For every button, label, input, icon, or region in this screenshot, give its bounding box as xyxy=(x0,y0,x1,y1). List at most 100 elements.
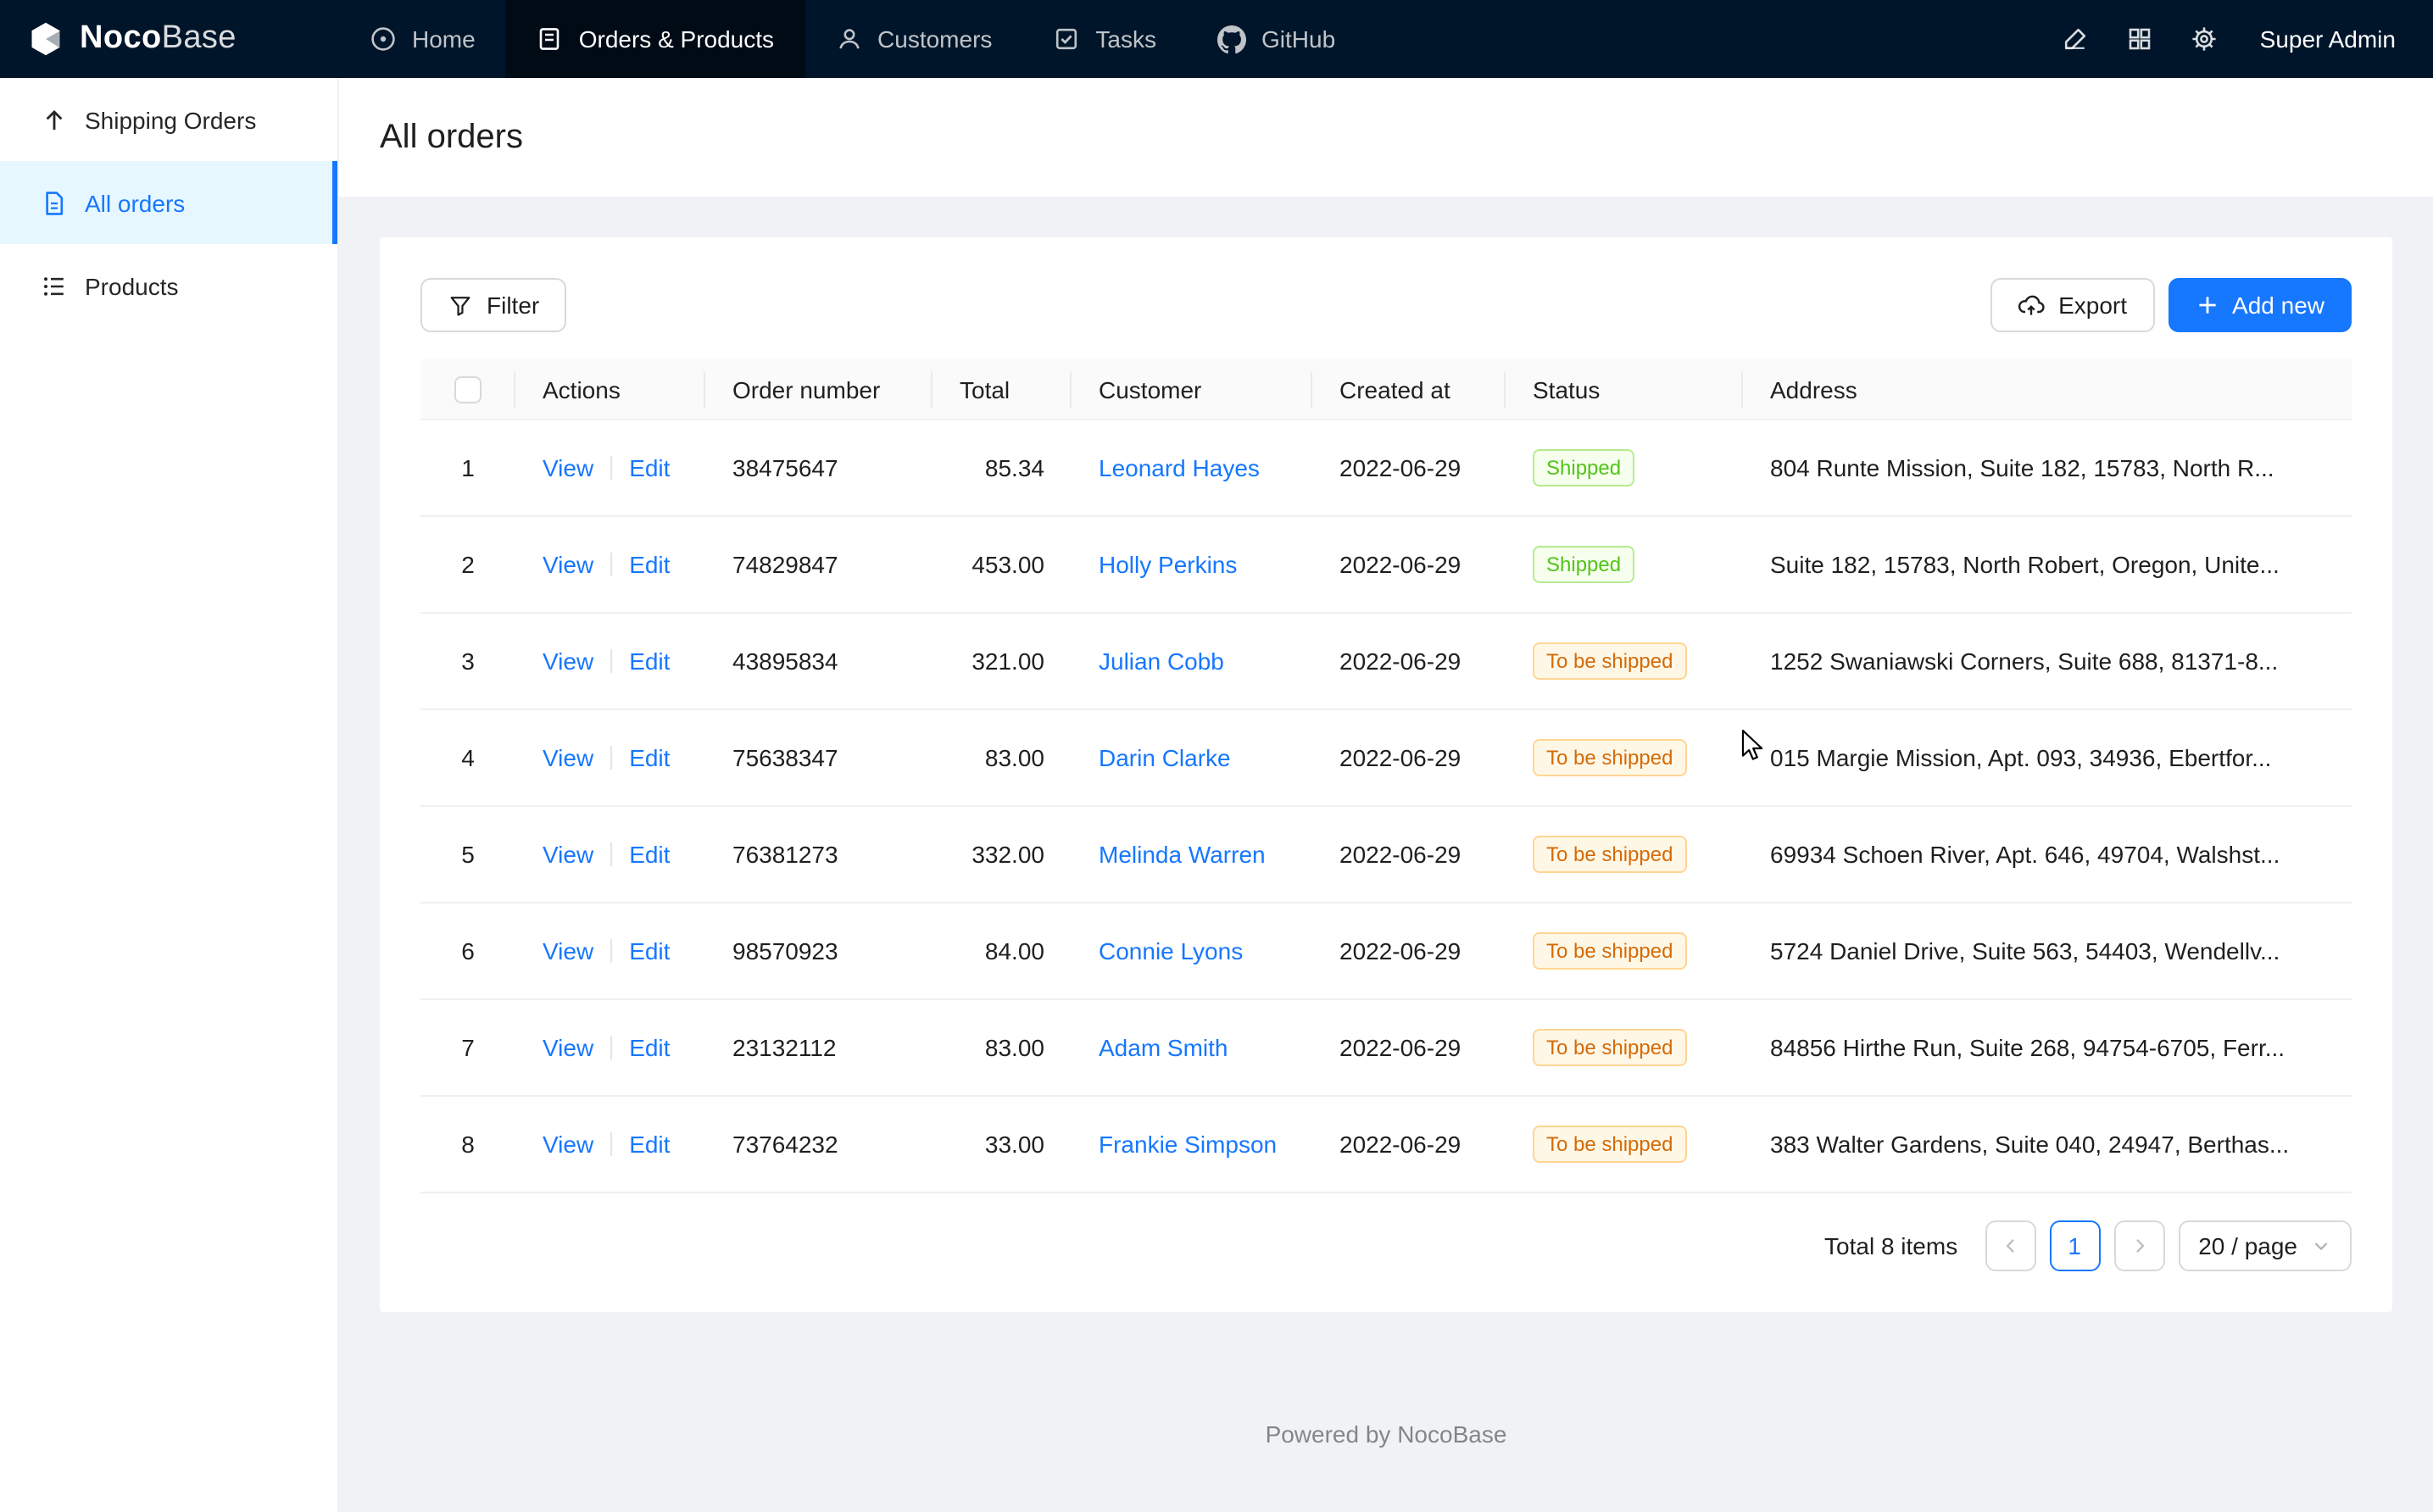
status-badge: To be shipped xyxy=(1533,837,1686,874)
page-1-button[interactable]: 1 xyxy=(2049,1221,2100,1272)
table-row: 6ViewEdit9857092384.00Connie Lyons2022-0… xyxy=(420,903,2352,1000)
created-at-cell: 2022-06-29 xyxy=(1312,807,1506,903)
plugins-button[interactable] xyxy=(2111,10,2169,68)
export-button-label: Export xyxy=(2058,292,2127,319)
nav-github[interactable]: GitHub xyxy=(1187,0,1366,78)
status-cell: To be shipped xyxy=(1506,710,1743,807)
column-header-actions: Actions xyxy=(515,359,705,420)
home-icon xyxy=(370,25,397,53)
created-at-cell: 2022-06-29 xyxy=(1312,614,1506,710)
nav-tasks-label: Tasks xyxy=(1095,25,1156,53)
table-row: 4ViewEdit7563834783.00Darin Clarke2022-0… xyxy=(420,710,2352,807)
filter-button[interactable]: Filter xyxy=(420,278,566,332)
nav-tasks[interactable]: Tasks xyxy=(1022,0,1187,78)
nav-home[interactable]: Home xyxy=(339,0,506,78)
customer-link[interactable]: Melinda Warren xyxy=(1099,842,1266,869)
customer-link[interactable]: Leonard Hayes xyxy=(1099,455,1260,482)
customer-link[interactable]: Adam Smith xyxy=(1099,1035,1228,1062)
view-link[interactable]: View xyxy=(543,1131,593,1159)
github-icon xyxy=(1217,25,1246,53)
view-link[interactable]: View xyxy=(543,842,593,869)
select-all-checkbox[interactable] xyxy=(454,377,482,404)
customer-link[interactable]: Darin Clarke xyxy=(1099,745,1231,772)
row-index-cell: 4 xyxy=(420,710,515,807)
edit-link[interactable]: Edit xyxy=(629,1131,670,1159)
status-cell: Shipped xyxy=(1506,420,1743,517)
order-number-cell: 74829847 xyxy=(705,517,933,614)
total-cell: 453.00 xyxy=(933,517,1072,614)
export-button[interactable]: Export xyxy=(1990,278,2154,332)
row-index: 5 xyxy=(461,842,475,869)
edit-link[interactable]: Edit xyxy=(629,745,670,772)
prev-page-button[interactable] xyxy=(1985,1221,2035,1272)
status-cell: To be shipped xyxy=(1506,1000,1743,1097)
sidebar-item-label: All orders xyxy=(85,189,185,216)
status-cell: To be shipped xyxy=(1506,807,1743,903)
settings-button[interactable] xyxy=(2175,10,2233,68)
customer-cell: Melinda Warren xyxy=(1072,807,1312,903)
order-number-cell: 38475647 xyxy=(705,420,933,517)
table-row: 5ViewEdit76381273332.00Melinda Warren202… xyxy=(420,807,2352,903)
row-index-cell: 6 xyxy=(420,903,515,1000)
edit-link[interactable]: Edit xyxy=(629,1035,670,1062)
edit-link[interactable]: Edit xyxy=(629,938,670,965)
filter-button-label: Filter xyxy=(487,292,539,319)
created-at-cell: 2022-06-29 xyxy=(1312,903,1506,1000)
toolbar-right: Export Add new xyxy=(1990,278,2352,332)
mouse-cursor xyxy=(1741,729,1765,763)
status-badge: To be shipped xyxy=(1533,1030,1686,1067)
address-cell: 383 Walter Gardens, Suite 040, 24947, Be… xyxy=(1743,1097,2352,1193)
order-number-cell: 98570923 xyxy=(705,903,933,1000)
row-actions-cell: View Edit xyxy=(515,614,705,710)
customer-link[interactable]: Julian Cobb xyxy=(1099,648,1224,675)
edit-link[interactable]: Edit xyxy=(629,842,670,869)
action-divider xyxy=(610,1037,612,1060)
row-index: 3 xyxy=(461,648,475,675)
row-actions-cell: View Edit xyxy=(515,807,705,903)
created-at-cell: 2022-06-29 xyxy=(1312,710,1506,807)
sidebar-item-shipping-orders[interactable]: Shipping Orders xyxy=(0,78,337,161)
table-row: 7ViewEdit2313211283.00Adam Smith2022-06-… xyxy=(420,1000,2352,1097)
view-link[interactable]: View xyxy=(543,648,593,675)
next-page-button[interactable] xyxy=(2113,1221,2164,1272)
customer-cell: Julian Cobb xyxy=(1072,614,1312,710)
edit-link[interactable]: Edit xyxy=(629,648,670,675)
edit-link[interactable]: Edit xyxy=(629,455,670,482)
action-divider xyxy=(610,940,612,964)
brand-name: NocoBase xyxy=(80,20,237,58)
chevron-left-icon xyxy=(2000,1237,2020,1257)
sidebar-item-all-orders[interactable]: All orders xyxy=(0,161,337,244)
view-link[interactable]: View xyxy=(543,1035,593,1062)
customer-cell: Leonard Hayes xyxy=(1072,420,1312,517)
brand-logo[interactable]: NocoBase xyxy=(0,0,339,78)
top-navbar: NocoBase Home Orders & Products Customer… xyxy=(0,0,2433,78)
customer-link[interactable]: Holly Perkins xyxy=(1099,552,1237,579)
edit-link[interactable]: Edit xyxy=(629,552,670,579)
customer-link[interactable]: Frankie Simpson xyxy=(1099,1131,1277,1159)
page-size-select[interactable]: 20 / page xyxy=(2178,1221,2352,1272)
view-link[interactable]: View xyxy=(543,455,593,482)
customer-link[interactable]: Connie Lyons xyxy=(1099,938,1243,965)
file-icon xyxy=(41,189,68,216)
nav-orders-products[interactable]: Orders & Products xyxy=(506,0,805,78)
row-actions-cell: View Edit xyxy=(515,517,705,614)
ui-editor-button[interactable] xyxy=(2046,10,2104,68)
sidebar-item-products[interactable]: Products xyxy=(0,244,337,327)
row-index: 4 xyxy=(461,745,475,772)
column-header-created-at: Created at xyxy=(1312,359,1506,420)
view-link[interactable]: View xyxy=(543,938,593,965)
view-link[interactable]: View xyxy=(543,552,593,579)
column-header-status: Status xyxy=(1506,359,1743,420)
nav-customers[interactable]: Customers xyxy=(805,0,1022,78)
nav-home-label: Home xyxy=(412,25,476,53)
nav-orders-products-label: Orders & Products xyxy=(579,25,774,53)
order-number-cell: 23132112 xyxy=(705,1000,933,1097)
created-at-cell: 2022-06-29 xyxy=(1312,517,1506,614)
add-new-button[interactable]: Add new xyxy=(2168,278,2352,332)
action-divider xyxy=(610,843,612,867)
row-index-cell: 2 xyxy=(420,517,515,614)
address-cell: Suite 182, 15783, North Robert, Oregon, … xyxy=(1743,517,2352,614)
add-new-button-label: Add new xyxy=(2232,292,2324,319)
view-link[interactable]: View xyxy=(543,745,593,772)
user-menu[interactable]: Super Admin xyxy=(2260,25,2396,53)
